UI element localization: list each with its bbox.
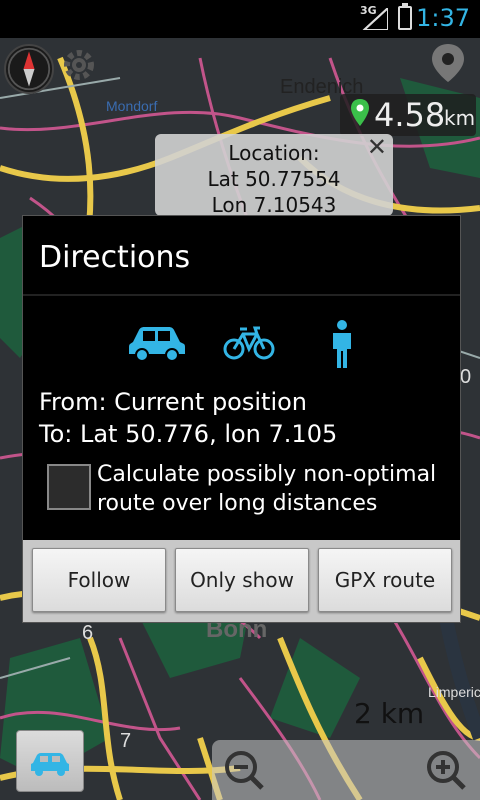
map-label-limperich: Limperich	[428, 684, 480, 700]
zoom-in-icon[interactable]	[424, 748, 468, 792]
map-label-7: 7	[120, 730, 132, 752]
map-label-0: 0	[460, 366, 472, 388]
bicycle-icon	[223, 326, 275, 360]
zoom-out-icon[interactable]	[222, 748, 266, 792]
distance-value: 4.58	[374, 96, 446, 134]
car-icon	[31, 753, 69, 776]
compass-icon[interactable]	[4, 44, 54, 94]
dialog-divider	[23, 294, 460, 296]
follow-button[interactable]: Follow	[32, 548, 166, 612]
map-label-6: 6	[82, 622, 94, 644]
mode-bicycle[interactable]	[223, 320, 275, 364]
only-show-button[interactable]: Only show	[175, 548, 309, 612]
location-popup-title: Location:	[228, 141, 320, 165]
map-marker-icon[interactable]	[428, 42, 468, 84]
dialog-button-bar: Follow Only show GPX route	[23, 540, 460, 622]
dialog-title: Directions	[39, 240, 191, 275]
route-from: From: Current position	[39, 388, 308, 416]
map-scale: 2 km	[354, 697, 425, 730]
signal-icon	[362, 8, 388, 30]
non-optimal-route-checkbox[interactable]	[47, 464, 91, 510]
status-bar: 3G ⚡ 1:37	[0, 0, 480, 38]
distance-indicator[interactable]: 4.58 km	[340, 94, 476, 136]
non-optimal-route-label[interactable]: Calculate possibly non-optimal route ove…	[97, 460, 457, 518]
route-mode-button[interactable]	[16, 730, 84, 792]
distance-unit: km	[444, 106, 476, 130]
gear-icon[interactable]	[60, 46, 98, 84]
clock: 1:37	[416, 4, 470, 32]
gpx-route-button[interactable]: GPX route	[318, 548, 452, 612]
car-icon	[129, 327, 185, 362]
close-icon[interactable]: ✕	[367, 134, 387, 160]
directions-dialog: Directions From: Current position To: La…	[22, 215, 461, 623]
mode-pedestrian[interactable]	[327, 320, 357, 368]
route-to: To: Lat 50.776, lon 7.105	[39, 420, 338, 448]
location-popup[interactable]: Location: Lat 50.77554 Lon 7.10543 ✕	[155, 134, 393, 217]
map-label-mondorf: Mondorf	[106, 98, 158, 114]
location-popup-lat: Lat 50.77554	[207, 167, 341, 191]
pedestrian-icon	[333, 320, 351, 368]
charging-icon: ⚡	[401, 9, 411, 25]
mode-car[interactable]	[127, 320, 187, 364]
destination-pin-icon	[351, 99, 369, 126]
